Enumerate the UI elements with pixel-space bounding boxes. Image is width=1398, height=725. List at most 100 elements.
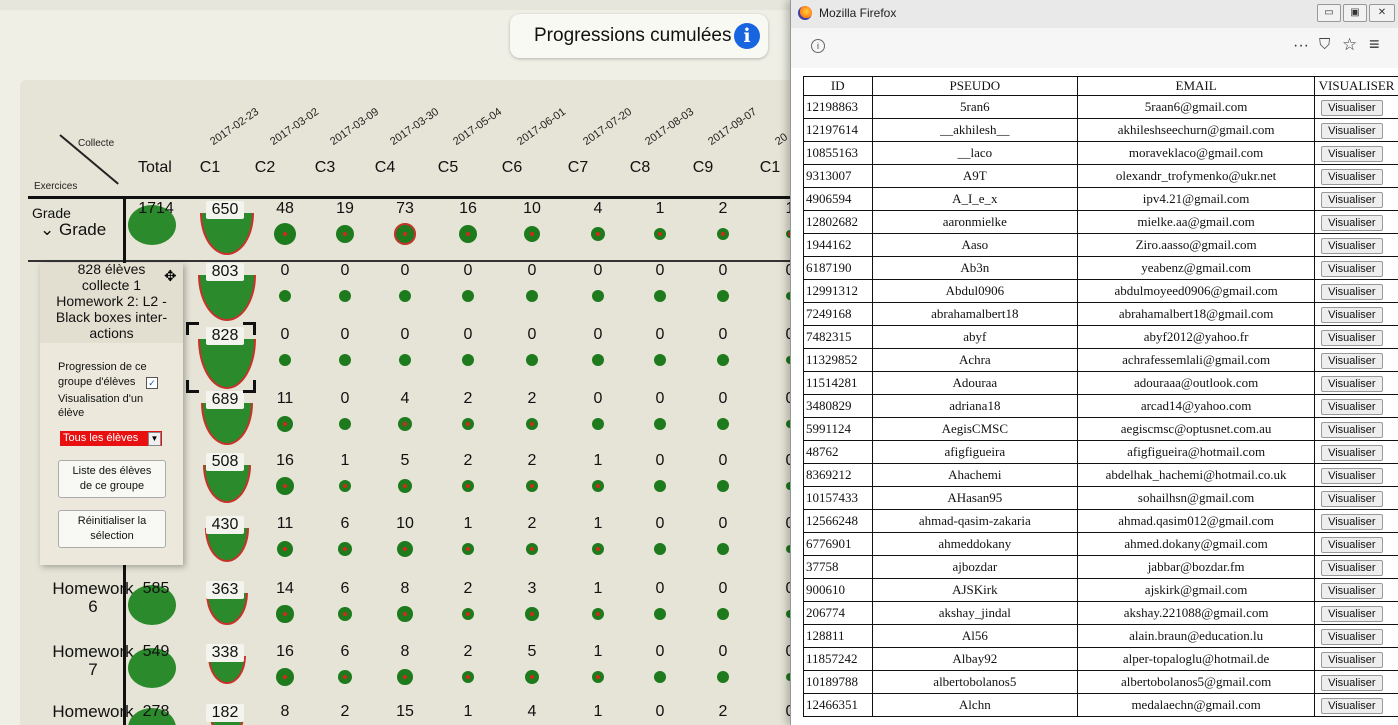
column-header[interactable]: C3 [305, 159, 345, 177]
column-header[interactable]: C6 [492, 159, 532, 177]
cell-dot[interactable] [394, 223, 416, 245]
visualiser-button[interactable]: Visualiser [1321, 582, 1383, 599]
cell-dot[interactable] [654, 290, 666, 302]
cell-dot[interactable] [654, 608, 666, 620]
cell-dot[interactable] [654, 480, 666, 492]
column-header[interactable]: C7 [558, 159, 598, 177]
cell-dot[interactable] [592, 418, 604, 430]
row-label[interactable]: Homework 6 [48, 580, 138, 616]
cell-dot[interactable] [462, 290, 474, 302]
cell-dot[interactable] [339, 354, 351, 366]
grade-dropdown[interactable]: ⌄ Grade [40, 220, 106, 240]
visualiser-button[interactable]: Visualiser [1321, 398, 1383, 415]
maximize-button[interactable]: ▣ [1343, 4, 1367, 22]
progression-checkbox[interactable]: ✓ [146, 377, 158, 389]
visualiser-button[interactable]: Visualiser [1321, 352, 1383, 369]
visualiser-button[interactable]: Visualiser [1321, 122, 1383, 139]
cell-dot[interactable] [339, 290, 351, 302]
cell-dot[interactable] [462, 543, 474, 555]
cell-dot[interactable] [462, 354, 474, 366]
column-header[interactable]: C2 [245, 159, 285, 177]
visualiser-button[interactable]: Visualiser [1321, 237, 1383, 254]
cell-dot[interactable] [717, 480, 729, 492]
hamburger-menu-icon[interactable]: ≡ [1369, 34, 1380, 55]
bookmark-star-icon[interactable]: ☆ [1342, 35, 1357, 55]
cell-dot[interactable] [276, 477, 294, 495]
visualiser-button[interactable]: Visualiser [1321, 283, 1383, 300]
cell-dot[interactable] [526, 354, 538, 366]
visualiser-button[interactable]: Visualiser [1321, 191, 1383, 208]
column-header[interactable]: C9 [683, 159, 723, 177]
cell-dot[interactable] [459, 225, 477, 243]
cell-dot[interactable] [591, 227, 605, 241]
visualiser-button[interactable]: Visualiser [1321, 467, 1383, 484]
cell-dot[interactable] [592, 543, 604, 555]
cell-dot[interactable] [399, 290, 411, 302]
visualiser-button[interactable]: Visualiser [1321, 490, 1383, 507]
list-students-button[interactable]: Liste des élèves de ce groupe [58, 460, 166, 498]
cell-dot[interactable] [274, 223, 296, 245]
info-icon[interactable]: i [734, 23, 760, 49]
cell-dot[interactable] [592, 671, 604, 683]
visualiser-button[interactable]: Visualiser [1321, 214, 1383, 231]
cell-dot[interactable] [717, 608, 729, 620]
cell-dot[interactable] [654, 543, 666, 555]
visualiser-button[interactable]: Visualiser [1321, 605, 1383, 622]
cell-dot[interactable] [399, 354, 411, 366]
cell-dot[interactable] [592, 480, 604, 492]
cell-dot[interactable] [525, 607, 539, 621]
cell-dot[interactable] [717, 418, 729, 430]
cell-dot[interactable] [654, 228, 666, 240]
visualiser-button[interactable]: Visualiser [1321, 421, 1383, 438]
cell-dot[interactable] [592, 354, 604, 366]
cell-dot[interactable] [717, 290, 729, 302]
cell-dot[interactable] [592, 290, 604, 302]
cell-dot[interactable] [397, 606, 413, 622]
visualiser-button[interactable]: Visualiser [1321, 99, 1383, 116]
visualiser-button[interactable]: Visualiser [1321, 628, 1383, 645]
cell-dot[interactable] [717, 354, 729, 366]
cell-dot[interactable] [654, 354, 666, 366]
column-header[interactable]: C8 [620, 159, 660, 177]
visualiser-button[interactable]: Visualiser [1321, 306, 1383, 323]
cell-dot[interactable] [398, 417, 412, 431]
move-icon[interactable]: ✥ [164, 267, 177, 285]
visualiser-button[interactable]: Visualiser [1321, 651, 1383, 668]
minimize-button[interactable]: ▭ [1317, 4, 1341, 22]
cell-dot[interactable] [717, 543, 729, 555]
visualiser-button[interactable]: Visualiser [1321, 536, 1383, 553]
row-label[interactable]: Homework [48, 703, 138, 721]
cell-dot[interactable] [279, 354, 291, 366]
visualiser-button[interactable]: Visualiser [1321, 145, 1383, 162]
cell-dot[interactable] [279, 290, 291, 302]
column-header[interactable]: C4 [365, 159, 405, 177]
column-header[interactable]: C5 [428, 159, 468, 177]
visualiser-button[interactable]: Visualiser [1321, 168, 1383, 185]
cell-dot[interactable] [339, 418, 351, 430]
visualiser-button[interactable]: Visualiser [1321, 375, 1383, 392]
column-header[interactable]: C1 [750, 159, 790, 177]
pocket-icon[interactable]: ⛉ [1319, 36, 1330, 53]
visualiser-button[interactable]: Visualiser [1321, 513, 1383, 530]
site-info-icon[interactable]: i [811, 39, 825, 53]
cell-dot[interactable] [654, 671, 666, 683]
student-select[interactable]: Tous les élèves ▼ [60, 431, 162, 446]
visualiser-button[interactable]: Visualiser [1321, 329, 1383, 346]
visualiser-button[interactable]: Visualiser [1321, 559, 1383, 576]
visualiser-button[interactable]: Visualiser [1321, 444, 1383, 461]
visualiser-button[interactable]: Visualiser [1321, 674, 1383, 691]
close-button[interactable]: ✕ [1369, 4, 1395, 22]
visualiser-button[interactable]: Visualiser [1321, 697, 1383, 714]
cell-dot[interactable] [526, 290, 538, 302]
visualiser-button[interactable]: Visualiser [1321, 260, 1383, 277]
page-actions-button[interactable]: ··· [1293, 37, 1309, 55]
row-label[interactable]: Homework 7 [48, 643, 138, 679]
cell-dot[interactable] [276, 605, 294, 623]
cell-dot[interactable] [339, 480, 351, 492]
cell-dot[interactable] [592, 608, 604, 620]
cell-dot[interactable] [397, 669, 413, 685]
cell-dot[interactable] [717, 671, 729, 683]
reset-selection-button[interactable]: Réinitialiser la sélection [58, 510, 166, 548]
cell-dot[interactable] [276, 668, 294, 686]
column-header[interactable]: C1 [190, 159, 230, 177]
